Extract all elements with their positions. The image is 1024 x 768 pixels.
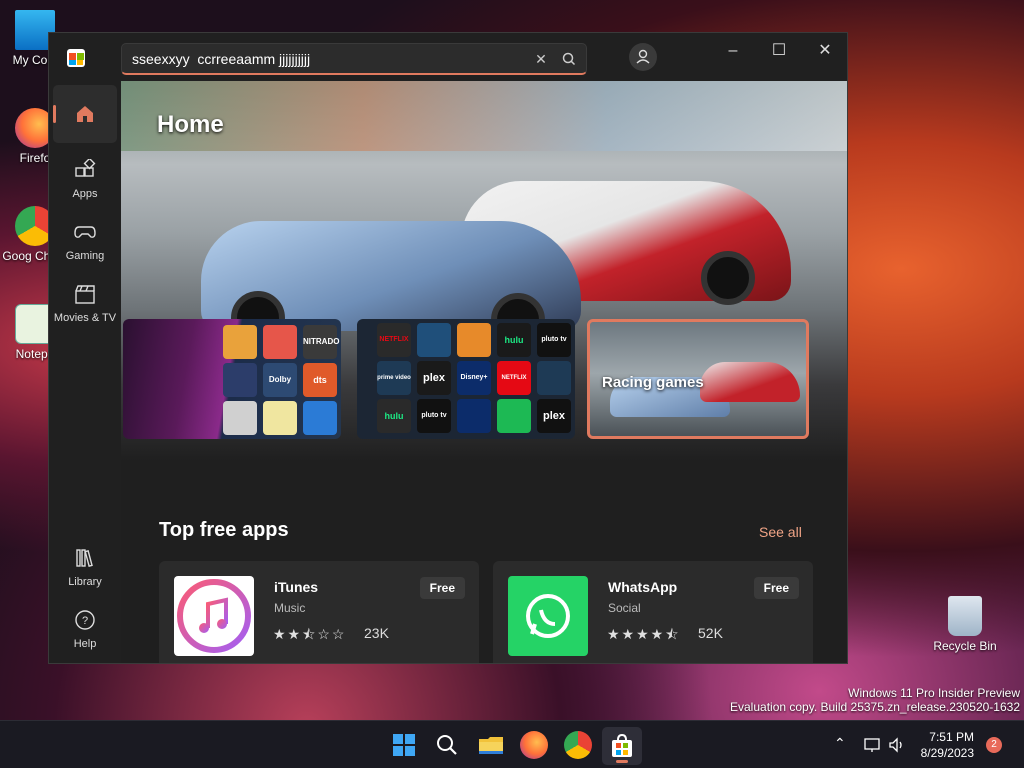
svg-text:?: ? — [82, 615, 88, 627]
tile-logo: NETFLIX — [497, 361, 531, 395]
clock-date: 8/29/2023 — [920, 746, 974, 760]
desktop-icon-label: Recycle Bin — [933, 639, 997, 653]
tile-logo: hulu — [497, 323, 531, 357]
app-name: WhatsApp — [608, 579, 678, 595]
close-button[interactable]: ✕ — [807, 39, 843, 63]
whatsapp-icon — [508, 576, 588, 656]
apps-icon — [75, 157, 96, 177]
tile-logo: dts — [303, 363, 337, 397]
search-input[interactable] — [132, 49, 512, 69]
nav-item-movies-tv[interactable]: Movies & TV — [53, 273, 117, 331]
rating-count: 23K — [364, 625, 389, 641]
tile-label: Racing games — [602, 374, 704, 391]
price-badge[interactable]: Free — [419, 577, 465, 599]
title-bar[interactable]: ✕ – ☐ ✕ — [49, 33, 847, 81]
minimize-button[interactable]: – — [715, 39, 751, 63]
app-name: iTunes — [274, 579, 319, 595]
tile-logo: pluto tv — [417, 399, 451, 433]
nav-rail: Apps Gaming Movies & TV Library ? Help — [49, 81, 121, 663]
star-rating: ★★⯪☆☆ — [273, 626, 347, 642]
store-icon — [612, 733, 632, 757]
itunes-icon — [174, 576, 254, 656]
search-icon[interactable] — [560, 50, 578, 68]
tile-logo: Disney+ — [457, 361, 491, 395]
chrome-taskbar-icon[interactable] — [564, 731, 592, 759]
help-icon: ? — [75, 610, 95, 630]
hero-tile-racing-games[interactable]: Racing games — [587, 319, 809, 439]
tile-logo: Dolby — [263, 363, 297, 397]
nav-item-label: Gaming — [65, 250, 105, 262]
gamepad-icon — [74, 226, 96, 238]
tile-logo: prime video — [377, 361, 411, 395]
desktop-icon-recycle-bin[interactable]: Recycle Bin — [920, 596, 1010, 653]
section-title: Top free apps — [159, 519, 289, 541]
nav-item-library[interactable]: Library — [53, 537, 117, 595]
speaker-icon[interactable] — [888, 737, 906, 753]
hero-banner[interactable]: Home NITRADO Dolby dts NETFLIX hulu plut… — [121, 81, 847, 461]
store-logo-icon — [67, 49, 85, 67]
library-icon — [76, 549, 93, 567]
recycle-bin-icon — [948, 596, 982, 636]
tile-logo: NETFLIX — [377, 323, 411, 357]
nav-item-apps[interactable]: Apps — [53, 149, 117, 207]
chevron-up-icon[interactable]: ⌃ — [834, 735, 846, 752]
notification-badge[interactable]: 2 — [986, 737, 1002, 753]
hero-tiles: NITRADO Dolby dts NETFLIX hulu pluto tv … — [121, 319, 847, 441]
windows-watermark: Windows 11 Pro Insider Preview Evaluatio… — [730, 686, 1020, 714]
search-box[interactable]: ✕ — [121, 43, 587, 75]
app-category: Music — [274, 601, 306, 615]
search-icon — [437, 735, 457, 755]
hero-tile-apps[interactable]: NITRADO Dolby dts — [123, 319, 341, 439]
desktop-icon-label: Firefo — [19, 151, 51, 165]
taskbar: ⌃ 7:51 PM 8/29/2023 2 — [0, 720, 1024, 768]
app-card-itunes[interactable]: iTunes Music ★★⯪☆☆ 23K Free — [159, 561, 479, 663]
nav-item-label: Help — [73, 638, 97, 650]
star-rating: ★★★★⯪ — [607, 626, 681, 642]
clock[interactable]: 7:51 PM 8/29/2023 — [921, 729, 974, 761]
see-all-link[interactable]: See all — [759, 524, 802, 540]
nav-item-home[interactable] — [53, 85, 117, 143]
windows-icon — [393, 734, 415, 756]
nav-item-label: Apps — [72, 188, 98, 200]
clock-time: 7:51 PM — [929, 730, 974, 744]
app-card-whatsapp[interactable]: WhatsApp Social ★★★★⯪ 52K Free — [493, 561, 813, 663]
folder-icon — [479, 737, 503, 754]
clear-search-icon[interactable]: ✕ — [532, 50, 550, 68]
start-button[interactable] — [390, 731, 418, 759]
store-window: ✕ – ☐ ✕ — [48, 32, 848, 664]
store-taskbar-button[interactable] — [602, 727, 642, 765]
tile-logo: pluto tv — [537, 323, 571, 357]
user-icon — [636, 49, 650, 64]
nav-item-gaming[interactable]: Gaming — [53, 211, 117, 269]
tile-logo: NITRADO — [303, 325, 339, 359]
rating-count: 52K — [698, 625, 723, 641]
page-title: Home — [157, 111, 224, 138]
firefox-taskbar-icon[interactable] — [520, 731, 548, 759]
nav-item-label: Library — [68, 576, 102, 588]
price-badge[interactable]: Free — [753, 577, 799, 599]
file-explorer-button[interactable] — [477, 731, 505, 759]
race-car-image — [201, 221, 581, 347]
hero-tile-streaming[interactable]: NETFLIX hulu pluto tv prime video plex D… — [357, 319, 575, 439]
watermark-line: Windows 11 Pro Insider Preview — [848, 686, 1020, 700]
app-category: Social — [608, 601, 641, 615]
tile-logo: plex — [537, 399, 571, 433]
watermark-line: Evaluation copy. Build 25375.zn_release.… — [730, 700, 1020, 714]
home-icon — [77, 106, 93, 122]
account-button[interactable] — [629, 43, 657, 71]
main-content: Home NITRADO Dolby dts NETFLIX hulu plut… — [121, 81, 847, 663]
clapperboard-icon — [75, 285, 95, 304]
tile-logo: plex — [417, 361, 451, 395]
taskbar-search-button[interactable] — [433, 731, 461, 759]
maximize-button[interactable]: ☐ — [761, 39, 797, 63]
nav-item-label: Movies & TV — [53, 312, 117, 324]
nav-item-help[interactable]: ? Help — [53, 599, 117, 657]
tile-logo: hulu — [377, 399, 411, 433]
network-icon[interactable] — [864, 737, 882, 753]
